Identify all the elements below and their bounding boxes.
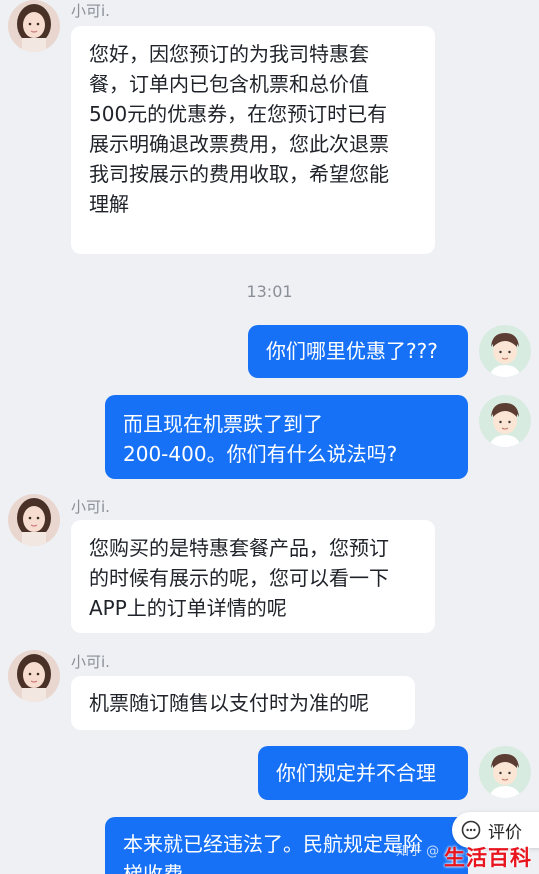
user-message-bubble[interactable]: 你们规定并不合理 xyxy=(258,746,468,800)
rate-icon xyxy=(461,820,481,840)
rate-button-label: 评价 xyxy=(488,822,522,843)
sender-name: 小可i. xyxy=(71,653,110,671)
user-avatar[interactable] xyxy=(479,325,531,377)
agent-message-bubble[interactable]: 您购买的是特惠套餐产品，您预订 的时候有展示的呢，您可以看一下 APP上的订单详… xyxy=(71,520,435,633)
agent-avatar[interactable] xyxy=(8,494,60,546)
user-message-bubble[interactable]: 而且现在机票跌了到了 200-400。你们有什么说法吗? xyxy=(105,395,468,479)
agent-avatar[interactable] xyxy=(8,650,60,702)
zhihu-watermark: 知乎 @ xyxy=(396,844,440,859)
chat-screen: 小可i. 您好，因您预订的为我司特惠套 餐，订单内已包含机票和总价值 500元的… xyxy=(0,0,539,874)
agent-message-bubble[interactable]: 机票随订随售以支付时为准的呢 xyxy=(71,676,415,730)
message-timestamp: 13:01 xyxy=(246,282,293,301)
brand-watermark: 生活百科 xyxy=(444,846,532,870)
user-avatar[interactable] xyxy=(479,395,531,447)
agent-avatar[interactable] xyxy=(8,0,60,52)
user-avatar[interactable] xyxy=(479,746,531,798)
agent-message-bubble[interactable]: 您好，因您预订的为我司特惠套 餐，订单内已包含机票和总价值 500元的优惠券，在… xyxy=(71,26,435,254)
sender-name: 小可i. xyxy=(71,2,110,20)
user-message-bubble[interactable]: 你们哪里优惠了??? xyxy=(248,325,468,378)
sender-name: 小可i. xyxy=(71,498,110,516)
